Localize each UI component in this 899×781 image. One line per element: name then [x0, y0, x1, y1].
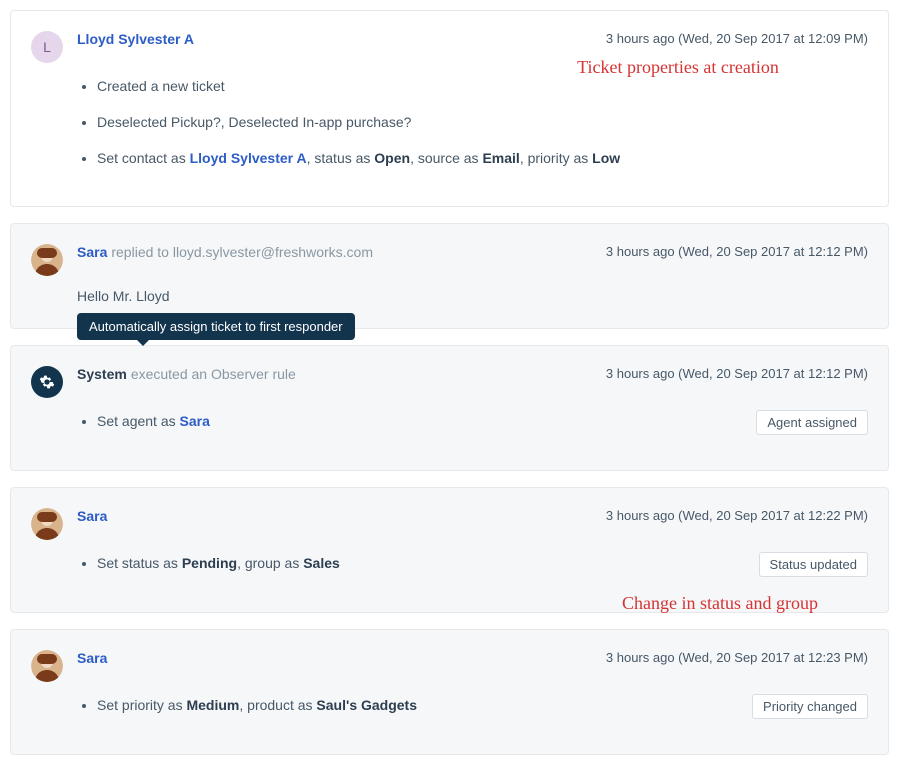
value-bold: Low	[592, 150, 620, 166]
avatar-photo	[31, 508, 63, 540]
text: , product as	[239, 697, 316, 713]
value-bold: Open	[374, 150, 410, 166]
text: Set priority as	[97, 697, 186, 713]
person-icon	[31, 508, 63, 540]
text: , source as	[410, 150, 482, 166]
agent-link[interactable]: Sara	[180, 413, 210, 429]
text: Set agent as	[97, 413, 180, 429]
list-item: Set status as Pending, group as Sales	[97, 552, 868, 576]
event-header: Sara 3 hours ago (Wed, 20 Sep 2017 at 12…	[31, 650, 868, 682]
value-bold: Sales	[303, 555, 340, 571]
event-header: Sara 3 hours ago (Wed, 20 Sep 2017 at 12…	[31, 508, 868, 540]
text: Set contact as	[97, 150, 190, 166]
header-main: Sara 3 hours ago (Wed, 20 Sep 2017 at 12…	[77, 650, 868, 666]
header-main: System executed an Observer rule 3 hours…	[77, 366, 868, 382]
activity-event: Sara 3 hours ago (Wed, 20 Sep 2017 at 12…	[10, 629, 889, 755]
timestamp: 3 hours ago (Wed, 20 Sep 2017 at 12:22 P…	[606, 508, 868, 523]
event-content: Hello Mr. Lloyd	[77, 288, 868, 304]
activity-event: Sara 3 hours ago (Wed, 20 Sep 2017 at 12…	[10, 487, 889, 613]
list-item: Deselected Pickup?, Deselected In-app pu…	[97, 111, 868, 135]
activity-event: L Lloyd Sylvester A 3 hours ago (Wed, 20…	[10, 10, 889, 207]
header-left: Sara	[77, 650, 107, 666]
event-content: Priority changed Set priority as Medium,…	[77, 694, 868, 718]
header-main: Sara replied to lloyd.sylvester@freshwor…	[77, 244, 868, 260]
header-left: Sara	[77, 508, 107, 524]
text: Set status as	[97, 555, 182, 571]
contact-link[interactable]: Lloyd Sylvester A	[190, 150, 307, 166]
avatar-photo	[31, 650, 63, 682]
value-bold: Email	[482, 150, 519, 166]
event-header: Sara replied to lloyd.sylvester@freshwor…	[31, 244, 868, 276]
person-icon	[31, 650, 63, 682]
value-bold: Pending	[182, 555, 237, 571]
actor-link[interactable]: Sara	[77, 650, 107, 666]
list-item: Created a new ticket	[97, 75, 868, 99]
gear-icon	[39, 374, 55, 390]
person-icon	[31, 244, 63, 276]
actor-link[interactable]: Lloyd Sylvester A	[77, 31, 194, 47]
value-bold: Medium	[186, 697, 239, 713]
activity-list: Set status as Pending, group as Sales	[77, 552, 868, 576]
timestamp: 3 hours ago (Wed, 20 Sep 2017 at 12:12 P…	[606, 366, 868, 381]
activity-list: Set agent as Sara	[77, 410, 868, 434]
list-item: Set contact as Lloyd Sylvester A, status…	[97, 147, 868, 171]
event-content: Created a new ticket Deselected Pickup?,…	[77, 75, 868, 170]
value-bold: Saul's Gadgets	[316, 697, 417, 713]
status-badge: Agent assigned	[756, 410, 868, 435]
tooltip: Automatically assign ticket to first res…	[77, 313, 355, 340]
status-badge: Status updated	[759, 552, 868, 577]
avatar-system	[31, 366, 63, 398]
timestamp: 3 hours ago (Wed, 20 Sep 2017 at 12:12 P…	[606, 244, 868, 259]
avatar-initial: L	[31, 31, 63, 63]
text: , group as	[237, 555, 303, 571]
action-text: executed an Observer rule	[131, 366, 296, 382]
annotation: Change in status and group	[622, 591, 818, 616]
text: , priority as	[520, 150, 592, 166]
activity-event: Automatically assign ticket to first res…	[10, 345, 889, 471]
header-main: Lloyd Sylvester A 3 hours ago (Wed, 20 S…	[77, 31, 868, 47]
header-main: Sara 3 hours ago (Wed, 20 Sep 2017 at 12…	[77, 508, 868, 524]
timestamp: 3 hours ago (Wed, 20 Sep 2017 at 12:23 P…	[606, 650, 868, 665]
event-header: L Lloyd Sylvester A 3 hours ago (Wed, 20…	[31, 31, 868, 63]
event-content: Agent assigned Set agent as Sara	[77, 410, 868, 434]
activity-list: Set priority as Medium, product as Saul'…	[77, 694, 868, 718]
event-header: System executed an Observer rule 3 hours…	[31, 366, 868, 398]
list-item: Set agent as Sara	[97, 410, 868, 434]
text: , status as	[307, 150, 375, 166]
avatar-photo	[31, 244, 63, 276]
header-left: Sara replied to lloyd.sylvester@freshwor…	[77, 244, 373, 260]
actor-link[interactable]: Sara	[77, 244, 107, 260]
timestamp: 3 hours ago (Wed, 20 Sep 2017 at 12:09 P…	[606, 31, 868, 46]
activity-list: Created a new ticket Deselected Pickup?,…	[77, 75, 868, 170]
actor-system: System	[77, 366, 127, 382]
message-body: Hello Mr. Lloyd	[77, 288, 868, 304]
header-left: System executed an Observer rule	[77, 366, 296, 382]
action-text: replied to lloyd.sylvester@freshworks.co…	[111, 244, 373, 260]
event-content: Status updated Set status as Pending, gr…	[77, 552, 868, 576]
status-badge: Priority changed	[752, 694, 868, 719]
header-left: Lloyd Sylvester A	[77, 31, 194, 47]
actor-link[interactable]: Sara	[77, 508, 107, 524]
